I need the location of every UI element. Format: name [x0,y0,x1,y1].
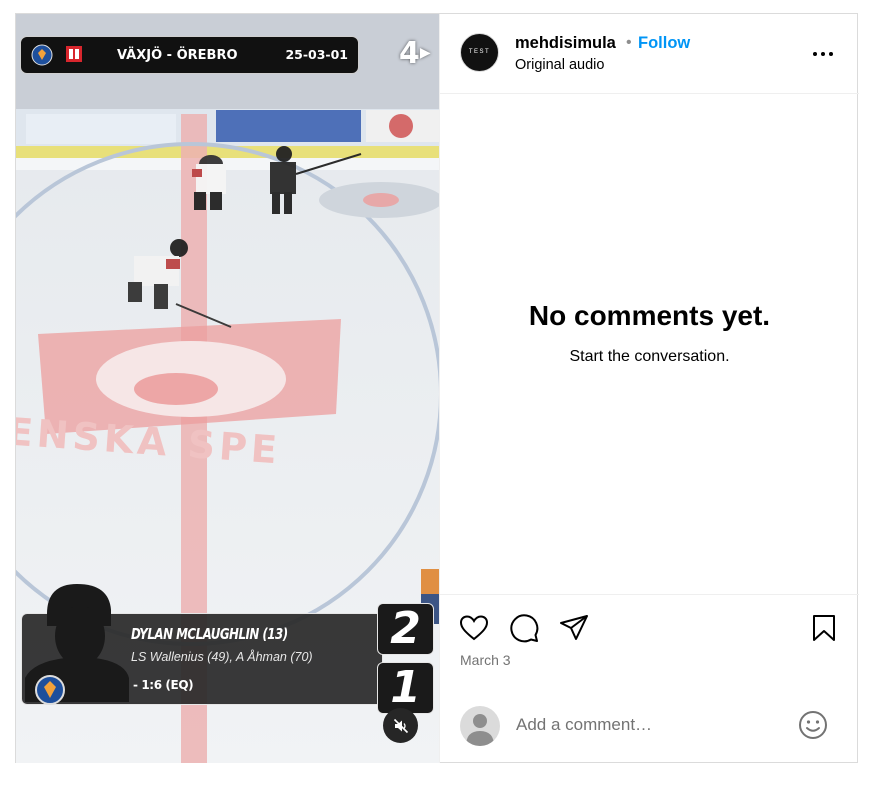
mute-button[interactable] [383,708,418,743]
goal-scorer: DYLAN MCLAUGHLIN (13) [131,625,288,643]
channel-logo: 4▶ [399,36,431,71]
empty-comments-title: No comments yet. [528,300,771,331]
post-card: ENSKA SPE VÄXJÖ - ÖREBRO 25-03-01 4▶ DYL… [15,13,859,763]
scorebug-date: 25-03-01 [285,47,348,62]
more-horizontal-icon[interactable] [811,44,835,64]
follow-button[interactable]: Follow [638,34,690,53]
share-icon[interactable] [558,612,590,644]
action-bar: March 3 [440,594,859,685]
team-crest-icon [35,675,65,705]
viewer-avatar [460,706,500,746]
goal-card: DYLAN MCLAUGHLIN (13) LS Wallenius (49),… [21,584,383,705]
default-user-icon [466,714,494,746]
speaker-muted-icon [393,718,408,733]
author-avatar[interactable]: TEST [460,33,499,72]
goal-time: - 1:6 (EQ) [133,678,194,692]
comment-input[interactable] [516,711,786,739]
empty-comments-subtitle: Start the conversation. [569,348,730,365]
orebro-logo-icon [66,46,82,62]
heart-icon[interactable] [458,612,490,644]
video-player[interactable]: ENSKA SPE VÄXJÖ - ÖREBRO 25-03-01 4▶ DYL… [16,14,439,763]
post-header: TEST mehdisimula • Follow Original audio [440,14,859,94]
bookmark-icon[interactable] [808,612,840,644]
goal-assists: LS Wallenius (49), A Åhman (70) [131,650,313,664]
vaxjo-logo-icon [31,44,53,66]
comment-icon[interactable] [508,612,540,644]
away-score: 1 [377,662,434,714]
scorebug-teams: VÄXJÖ - ÖREBRO [117,48,238,63]
scorebug: VÄXJÖ - ÖREBRO 25-03-01 [20,36,359,74]
post-date[interactable]: March 3 [460,652,511,668]
author-username[interactable]: mehdisimula [515,34,616,53]
original-audio-link[interactable]: Original audio [515,57,604,73]
post-side-panel: TEST mehdisimula • Follow Original audio… [439,14,859,763]
separator-dot: • [626,34,632,51]
emoji-icon[interactable] [798,710,828,740]
home-score: 2 [377,603,434,655]
add-comment-row [440,684,859,763]
